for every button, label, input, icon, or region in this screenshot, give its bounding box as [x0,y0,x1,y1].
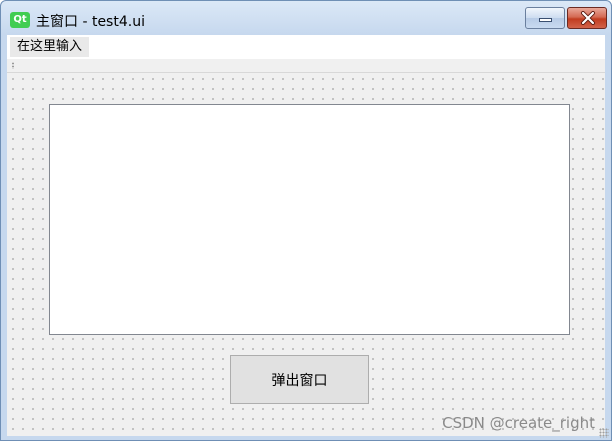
close-button[interactable] [567,7,607,29]
minimize-icon [539,18,552,22]
menu-item-type-here[interactable]: 在这里输入 [10,37,90,57]
qt-logo-icon: Qt [10,12,30,28]
client-area: 在这里输入 弹出窗口 [7,35,605,436]
watermark: CSDN @create_right [442,414,595,432]
toolbar-handle[interactable] [12,62,14,69]
main-window: Qt 主窗口 - test4.ui 在这里输入 弹出窗口 CSDN @creat… [0,0,612,441]
close-icon [581,11,595,25]
menu-bar: 在这里输入 [7,35,605,59]
resize-grip-icon[interactable] [599,428,609,438]
popup-window-button[interactable]: 弹出窗口 [230,355,369,404]
central-widget: 弹出窗口 [7,73,605,436]
text-edit[interactable] [49,104,570,335]
toolbar [7,59,605,73]
title-bar[interactable]: Qt 主窗口 - test4.ui [1,1,611,35]
window-title: 主窗口 - test4.ui [36,14,145,30]
minimize-button[interactable] [525,7,565,29]
